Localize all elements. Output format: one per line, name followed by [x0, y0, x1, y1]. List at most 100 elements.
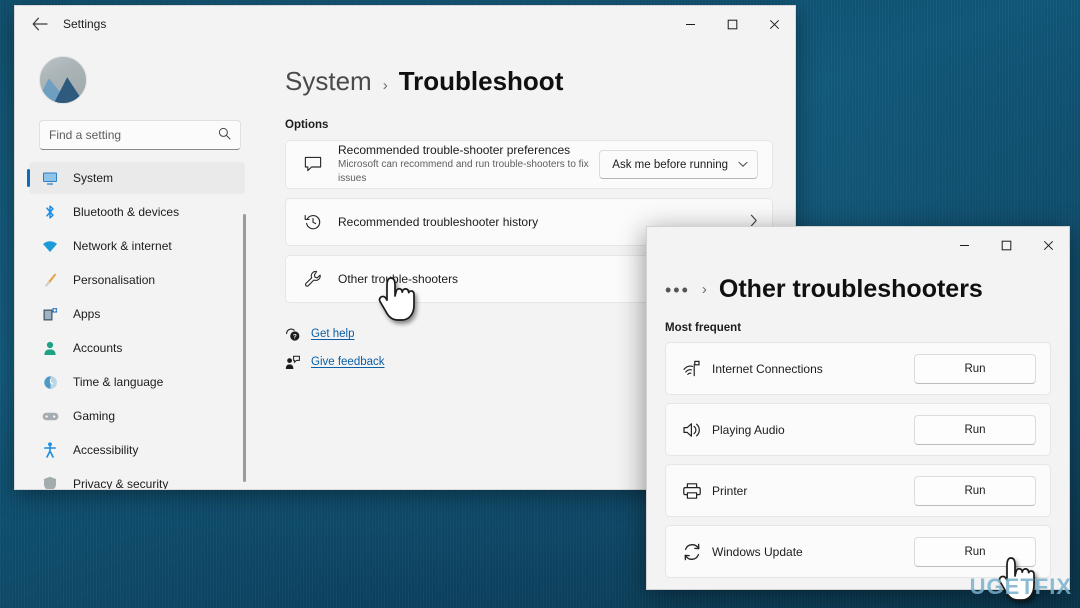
other-troubleshooters-window: ••• › Other troubleshooters Most frequen… — [646, 226, 1070, 590]
run-button-printer[interactable]: Run — [914, 475, 1036, 506]
search-box[interactable] — [39, 120, 241, 150]
option-title: Recommended trouble-shooter preferences — [338, 143, 571, 157]
breadcrumb: System › Troubleshoot — [285, 66, 773, 97]
troubleshooter-name: Internet Connections — [712, 361, 823, 376]
option-row-recommended-preferences[interactable]: Recommended trouble-shooter preferences … — [285, 140, 773, 189]
most-frequent-title: Most frequent — [665, 322, 742, 334]
sidebar-item-label: Privacy & security — [73, 477, 169, 490]
breadcrumb-overflow-button[interactable]: ••• — [665, 281, 690, 299]
gamepad-icon — [39, 407, 61, 425]
wifi-icon — [682, 359, 712, 379]
apps-icon — [39, 305, 61, 323]
get-help-link[interactable]: Get help — [311, 328, 354, 340]
accessibility-icon — [39, 441, 61, 459]
run-button-playing-audio[interactable]: Run — [914, 414, 1036, 445]
refresh-icon — [682, 542, 712, 562]
wrench-icon — [298, 270, 328, 289]
window-title: Settings — [63, 17, 107, 31]
breadcrumb-root[interactable]: System — [285, 66, 372, 97]
sidebar-item-label: System — [73, 171, 114, 185]
minimize-button[interactable] — [669, 6, 711, 42]
dropdown-value: Ask me before running — [612, 158, 728, 171]
breadcrumb-separator: › — [382, 77, 388, 94]
page-title: Troubleshoot — [398, 66, 564, 96]
sidebar-item-label: Apps — [73, 307, 101, 321]
back-button[interactable] — [23, 9, 57, 39]
wifi-icon — [39, 237, 61, 255]
troubleshooter-name: Playing Audio — [712, 422, 785, 437]
sidebar-item-system[interactable]: System — [27, 162, 245, 194]
close-icon — [1043, 240, 1053, 250]
help-icon: ? — [285, 327, 311, 342]
sidebar-item-accounts[interactable]: Accounts — [29, 332, 245, 364]
sidebar-item-gaming[interactable]: Gaming — [29, 400, 245, 432]
sidebar-item-personalisation[interactable]: Personalisation — [29, 264, 245, 296]
run-button-windows-update[interactable]: Run — [914, 536, 1036, 567]
sidebar-item-label: Personalisation — [73, 273, 156, 287]
history-icon — [298, 213, 328, 231]
recommended-preferences-dropdown[interactable]: Ask me before running — [599, 150, 758, 179]
clock-globe-icon — [39, 373, 61, 391]
option-subtitle: Microsoft can recommend and run trouble-… — [338, 159, 589, 184]
close-button[interactable] — [753, 6, 795, 42]
ts-breadcrumb: ••• › Other troubleshooters — [665, 275, 1051, 304]
ts-maximize-button[interactable] — [985, 227, 1027, 263]
speaker-icon — [682, 421, 712, 439]
maximize-icon — [1001, 240, 1011, 250]
troubleshooters-titlebar — [647, 227, 1069, 259]
search-input[interactable] — [49, 128, 218, 142]
avatar[interactable] — [39, 56, 87, 104]
sidebar-item-accessibility[interactable]: Accessibility — [29, 434, 245, 466]
troubleshooter-row-windows-update[interactable]: Windows Update Run — [665, 525, 1051, 578]
paintbrush-icon — [39, 271, 61, 289]
back-arrow-icon — [32, 17, 48, 31]
troubleshooters-content: ••• › Other troubleshooters Most frequen… — [647, 275, 1069, 578]
minimize-icon — [959, 244, 969, 246]
sidebar-item-label: Time & language — [73, 375, 164, 389]
troubleshooter-row-playing-audio[interactable]: Playing Audio Run — [665, 403, 1051, 456]
option-texts: Recommended trouble-shooter preferences … — [338, 143, 599, 186]
chevron-down-icon — [738, 160, 748, 170]
sidebar-item-network-internet[interactable]: Network & internet — [29, 230, 245, 262]
person-icon — [39, 339, 61, 357]
sidebar-item-label: Accessibility — [73, 443, 139, 457]
sidebar-item-label: Gaming — [73, 409, 116, 423]
shield-icon — [39, 475, 61, 489]
close-icon — [769, 19, 779, 29]
printer-icon — [682, 482, 712, 500]
ts-page-title: Other troubleshooters — [718, 275, 983, 303]
breadcrumb-separator: › — [701, 281, 707, 298]
svg-text:?: ? — [293, 333, 297, 340]
sidebar-item-privacy-security[interactable]: Privacy & security — [29, 468, 245, 490]
window-controls — [669, 6, 795, 42]
run-button-internet-connections[interactable]: Run — [914, 353, 1036, 384]
give-feedback-link[interactable]: Give feedback — [311, 356, 385, 368]
options-section-title: Options — [285, 119, 329, 131]
troubleshooter-name: Windows Update — [712, 544, 803, 559]
sidebar-item-time-language[interactable]: Time & language — [29, 366, 245, 398]
desktop-background: Settings Find a setting System Bluetooth… — [0, 0, 1080, 608]
troubleshooter-row-internet-connections[interactable]: Internet Connections Run — [665, 342, 1051, 395]
sidebar-item-label: Accounts — [73, 341, 123, 355]
sidebar-scrollbar[interactable] — [239, 214, 249, 489]
minimize-icon — [685, 23, 695, 25]
maximize-icon — [727, 19, 737, 29]
search-icon — [218, 127, 231, 143]
sidebar-nav: System Bluetooth & devices Network & int… — [25, 162, 255, 490]
troubleshooter-row-printer[interactable]: Printer Run — [665, 464, 1051, 517]
monitor-icon — [39, 169, 61, 187]
bluetooth-icon — [39, 203, 61, 221]
feedback-icon — [285, 355, 311, 370]
speech-bubble-icon — [298, 156, 328, 173]
sidebar: System Bluetooth & devices Network & int… — [15, 42, 255, 490]
ts-minimize-button[interactable] — [943, 227, 985, 263]
sidebar-item-apps[interactable]: Apps — [29, 298, 245, 330]
sidebar-item-label: Bluetooth & devices — [73, 205, 180, 219]
ts-close-button[interactable] — [1027, 227, 1069, 263]
sidebar-item-bluetooth-devices[interactable]: Bluetooth & devices — [29, 196, 245, 228]
sidebar-scrollbar-thumb[interactable] — [243, 214, 246, 482]
sidebar-item-label: Network & internet — [73, 239, 172, 253]
settings-titlebar: Settings — [15, 6, 795, 42]
troubleshooter-name: Printer — [712, 483, 748, 498]
maximize-button[interactable] — [711, 6, 753, 42]
